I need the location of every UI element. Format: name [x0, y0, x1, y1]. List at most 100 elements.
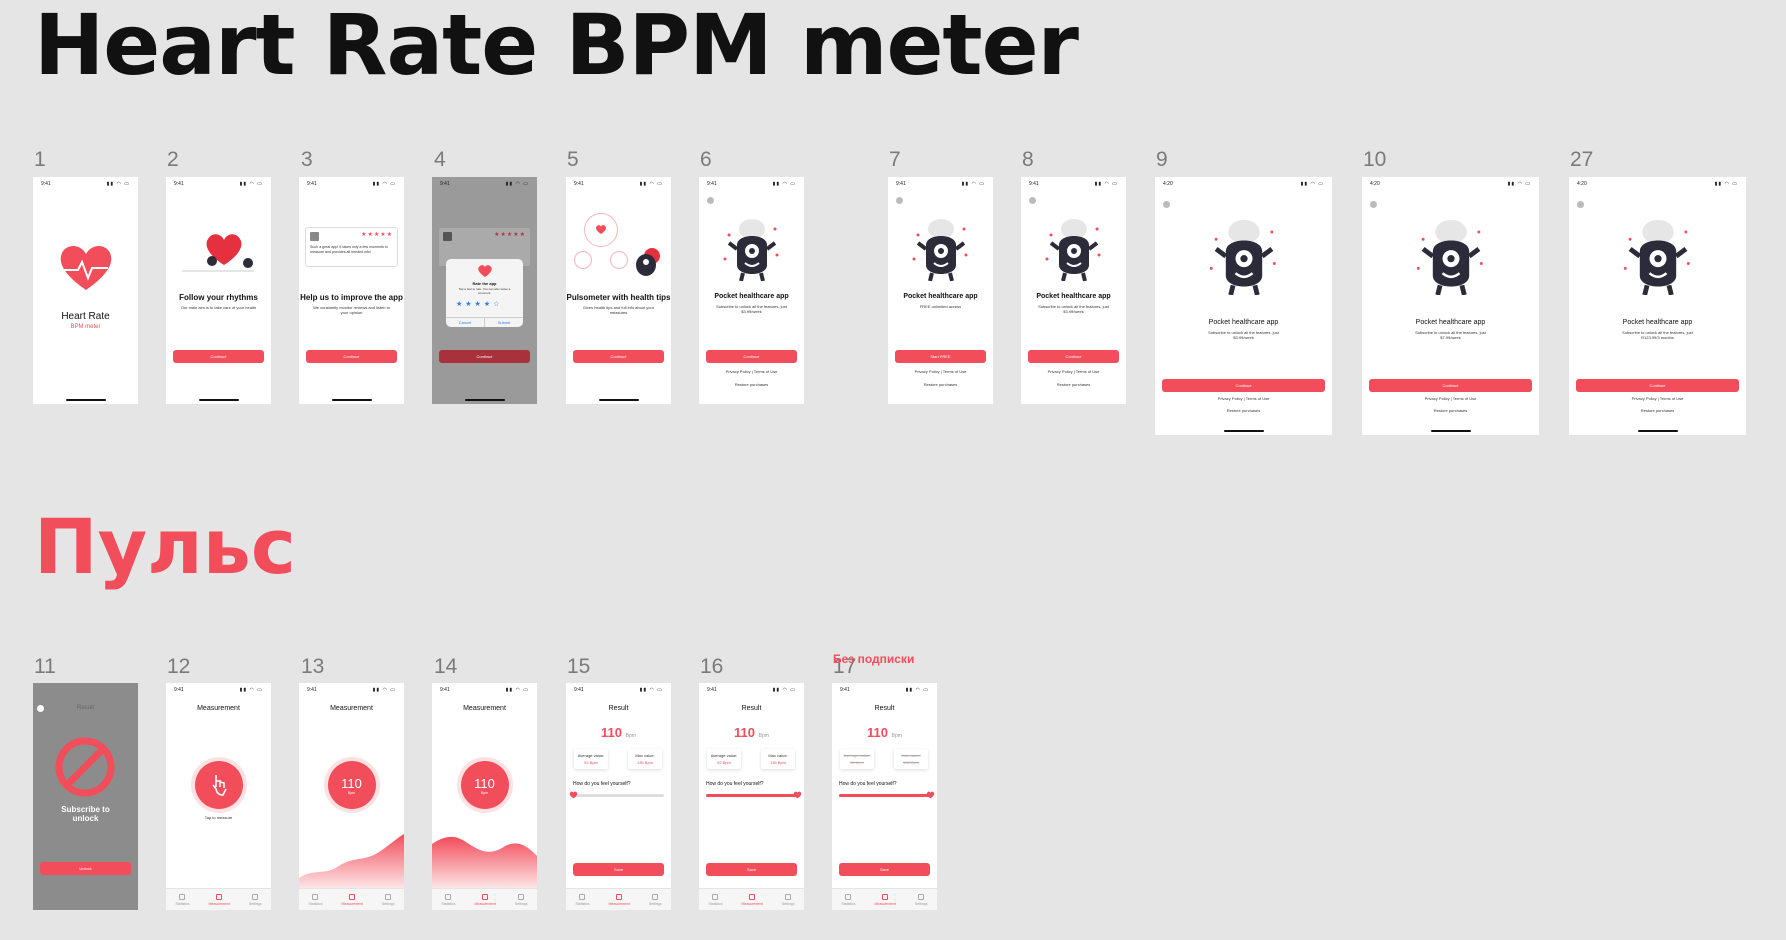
close-icon[interactable] — [1029, 197, 1036, 204]
tab-statistics[interactable]: Statistics — [708, 893, 723, 906]
tab-statistics[interactable]: Statistics — [441, 893, 456, 906]
result-value: 110 Bpm — [867, 725, 902, 740]
status-bar: 9:41 ▮▮ ◠ ▭ — [174, 687, 263, 693]
tab-statistics[interactable]: Statistics — [175, 893, 190, 906]
screen-paywall: 9:41 ▮▮ ◠ ▭ Pocket healthcare app Subscri… — [1021, 177, 1126, 404]
screen-number: 1 — [34, 148, 46, 171]
screen-rate-dialog: 9:41 ▮▮ ◠ ▭ ★★★★★ Rate the app Tap a star… — [432, 177, 537, 404]
status-bar: 4:20 ▮▮ ◠ ▭ — [1163, 181, 1324, 187]
feel-slider[interactable] — [706, 791, 802, 799]
heart-logo-icon — [60, 246, 112, 290]
screen-number: 15 — [567, 655, 591, 678]
restore-purchases-link[interactable]: Restore purchases — [1155, 408, 1332, 413]
legal-links[interactable]: Privacy Policy | Terms of Use — [888, 369, 993, 374]
heart-illustration-icon — [182, 234, 254, 272]
save-button[interactable]: Save — [706, 863, 797, 876]
submit-button[interactable]: Submit — [484, 318, 523, 327]
cancel-button[interactable]: Cancel — [446, 318, 484, 327]
screen-measuring: 9:41 ▮▮ ◠ ▭ Measurement 110 Bpm Statistic… — [299, 683, 404, 910]
continue-button[interactable]: Continue — [706, 350, 797, 363]
continue-button[interactable]: Continue — [573, 350, 664, 363]
start-free-button[interactable]: Start FREE — [895, 350, 986, 363]
status-bar: 9:41 ▮▮ ◠ ▭ — [307, 181, 396, 187]
legal-links[interactable]: Privacy Policy | Terms of Use — [1362, 396, 1539, 401]
close-icon[interactable] — [707, 197, 714, 204]
tab-settings[interactable]: Settings — [649, 893, 662, 906]
screen-result: 9:41 ▮▮ ◠ ▭ Result 110 Bpm Average value:… — [699, 683, 804, 910]
status-bar: 9:41 ▮▮ ◠ ▭ — [307, 687, 396, 693]
tab-settings[interactable]: Settings — [782, 893, 795, 906]
monster-icon — [1209, 219, 1276, 295]
average-value-card: Average value: 92 Bpm — [707, 749, 741, 769]
heart-slider-thumb-icon[interactable] — [569, 791, 578, 799]
legal-links[interactable]: Privacy Policy | Terms of Use — [699, 369, 804, 374]
restore-purchases-link[interactable]: Restore purchases — [888, 382, 993, 387]
continue-button[interactable]: Continue — [1369, 379, 1532, 392]
tab-settings[interactable]: Settings — [382, 893, 395, 906]
save-button[interactable]: Save — [573, 863, 664, 876]
restore-purchases-link[interactable]: Restore purchases — [1569, 408, 1746, 413]
legal-links[interactable]: Privacy Policy | Terms of Use — [1021, 369, 1126, 374]
continue-button[interactable]: Continue — [1162, 379, 1325, 392]
restore-purchases-link[interactable]: Restore purchases — [1362, 408, 1539, 413]
status-bar: 9:41 ▮▮ ◠ ▭ — [41, 181, 130, 187]
tab-statistics[interactable]: Statistics — [575, 893, 590, 906]
tab-settings[interactable]: Settings — [915, 893, 928, 906]
tab-settings[interactable]: Settings — [515, 893, 528, 906]
tab-measurement[interactable]: Measurement — [608, 893, 630, 906]
rate-dialog: Rate the app Tap a star to rate. You can… — [446, 259, 523, 327]
restore-purchases-link[interactable]: Restore purchases — [699, 382, 804, 387]
screen-paywall-wide: 4:20 ▮▮ ◠ ▭ Pocket healthcare app Subscri… — [1362, 177, 1539, 435]
onboarding-text: Gives health tips and full info about yo… — [582, 305, 655, 315]
paywall-title: Pocket healthcare app — [903, 293, 978, 300]
tab-statistics[interactable]: Statistics — [308, 893, 323, 906]
screen-number: 7 — [889, 148, 901, 171]
screen-paywall-free: 9:41 ▮▮ ◠ ▭ Pocket healthcare app FREE un… — [888, 177, 993, 404]
home-indicator — [1637, 430, 1678, 432]
bpm-circle: 110 Bpm — [460, 761, 509, 809]
continue-button[interactable]: Continue — [306, 350, 397, 363]
onboarding-title: Follow your rhythms — [179, 293, 258, 302]
screen-number: 5 — [567, 148, 579, 171]
legal-links[interactable]: Privacy Policy | Terms of Use — [1569, 396, 1746, 401]
paywall-text: Subscribe to unlock all the features, ju… — [1415, 330, 1486, 340]
result-value: 110 Bpm — [734, 725, 769, 740]
tab-settings[interactable]: Settings — [249, 893, 262, 906]
paywall-text: Subscribe to unlock all the features, ju… — [1038, 304, 1109, 314]
tab-measurement[interactable]: Measurement — [341, 893, 363, 906]
section-title-pulse: Пульс — [34, 502, 296, 591]
continue-button[interactable]: Continue — [439, 350, 530, 363]
heart-slider-thumb-icon[interactable] — [926, 791, 935, 799]
feel-slider[interactable] — [569, 791, 664, 799]
feel-question: How do you feel yourself? — [706, 781, 764, 787]
restore-purchases-link[interactable]: Restore purchases — [1021, 382, 1126, 387]
tab-measurement[interactable]: Measurement — [874, 893, 896, 906]
close-icon[interactable] — [1163, 201, 1170, 208]
paywall-title: Pocket healthcare app — [714, 293, 789, 300]
dialog-text: Tap a star to rate. You can also leave a… — [458, 287, 511, 295]
continue-button[interactable]: Continue — [1028, 350, 1119, 363]
close-icon[interactable] — [896, 197, 903, 204]
tab-statistics[interactable]: Statistics — [841, 893, 856, 906]
max-value-card: Max value: 135 Bpm — [628, 749, 662, 769]
continue-button[interactable]: Continue — [1576, 379, 1739, 392]
tab-measurement[interactable]: Measurement — [741, 893, 763, 906]
tab-measurement[interactable]: Measurement — [474, 893, 496, 906]
unlock-button[interactable]: Unlock — [40, 862, 131, 875]
continue-button[interactable]: Continue — [173, 350, 264, 363]
dialog-stars[interactable]: ★★★★☆ — [456, 300, 502, 308]
tap-hand-icon — [211, 775, 227, 796]
monster-icon — [723, 219, 779, 281]
status-bar: 9:41 ▮▮ ◠ ▭ — [1029, 181, 1118, 187]
save-button[interactable]: Save — [839, 863, 930, 876]
status-bar: 9:41 ▮▮ ◠ ▭ — [574, 181, 663, 187]
heart-slider-thumb-icon[interactable] — [793, 791, 802, 799]
tab-measurement[interactable]: Measurement — [208, 893, 230, 906]
measure-button[interactable] — [194, 761, 243, 809]
feel-slider[interactable] — [839, 791, 935, 799]
legal-links[interactable]: Privacy Policy | Terms of Use — [1155, 396, 1332, 401]
review-text: Such a great app! It takes only a few mo… — [310, 245, 388, 254]
close-icon[interactable] — [1577, 201, 1584, 208]
tab-bar: Statistics Measurement Settings — [566, 888, 671, 910]
close-icon[interactable] — [1370, 201, 1377, 208]
